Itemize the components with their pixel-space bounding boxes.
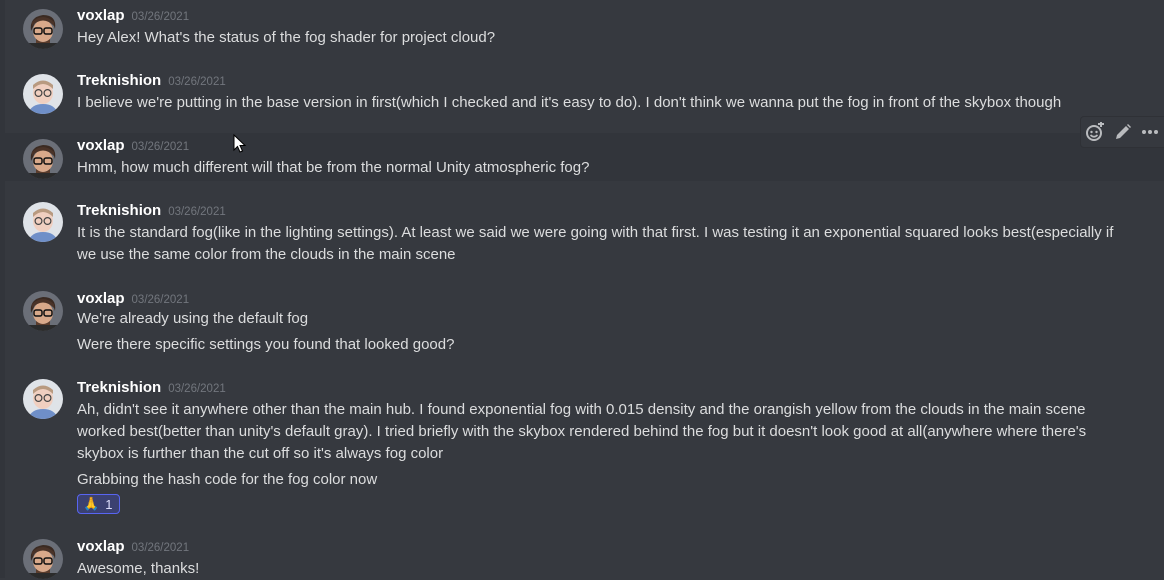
timestamp[interactable]: 03/26/2021: [132, 141, 190, 153]
treknishion-avatar-icon: [23, 379, 63, 419]
username[interactable]: Treknishion: [77, 202, 161, 219]
message-text: Hmm, how much different will that be fro…: [77, 159, 590, 176]
avatar[interactable]: [23, 202, 63, 242]
avatar[interactable]: [23, 291, 63, 331]
treknishion-avatar-icon: [23, 74, 63, 114]
avatar[interactable]: [23, 74, 63, 114]
avatar[interactable]: [23, 9, 63, 49]
username[interactable]: Treknishion: [77, 72, 161, 89]
username[interactable]: voxlap: [77, 137, 125, 154]
more-options-icon: [1142, 130, 1159, 134]
message-text: It is the standard fog(like in the light…: [77, 224, 1114, 263]
message-text: Hey Alex! What's the status of the fog s…: [77, 29, 496, 46]
timestamp[interactable]: 03/26/2021: [168, 206, 226, 218]
timestamp[interactable]: 03/26/2021: [168, 76, 226, 88]
more-options-button[interactable]: [1136, 117, 1164, 147]
timestamp[interactable]: 03/26/2021: [132, 11, 190, 23]
mouse-cursor-icon: [233, 134, 247, 153]
voxlap-avatar-icon: [23, 9, 63, 49]
timestamp[interactable]: 03/26/2021: [168, 383, 226, 395]
treknishion-avatar-icon: [23, 202, 63, 242]
message-text: We're already using the default fog: [77, 310, 309, 327]
timestamp[interactable]: 03/26/2021: [132, 542, 190, 554]
edit-button[interactable]: [1109, 117, 1137, 147]
username[interactable]: Treknishion: [77, 379, 161, 396]
message[interactable]: voxlap 03/26/2021 We're already using the…: [5, 284, 1164, 364]
timestamp[interactable]: 03/26/2021: [132, 294, 190, 306]
message[interactable]: Treknishion 03/26/2021 It is the standard…: [5, 196, 1164, 282]
avatar[interactable]: [23, 539, 63, 579]
voxlap-avatar-icon: [23, 539, 63, 579]
edit-icon: [1115, 124, 1131, 139]
voxlap-avatar-icon: [23, 291, 63, 331]
reaction-button[interactable]: 🙏 1: [77, 494, 120, 514]
message-hover-toolbar: [1080, 116, 1164, 148]
reaction-count: 1: [105, 496, 113, 512]
message-text: Awesome, thanks!: [77, 560, 200, 577]
avatar[interactable]: [23, 379, 63, 419]
folded-hands-icon: 🙏: [83, 496, 100, 511]
message[interactable]: voxlap 03/26/2021 Hmm, how much different…: [5, 133, 1164, 181]
username[interactable]: voxlap: [77, 290, 125, 307]
add-reaction-button[interactable]: [1081, 117, 1109, 147]
message[interactable]: Treknishion 03/26/2021 Ah, didn't see it …: [5, 372, 1164, 522]
username[interactable]: voxlap: [77, 538, 125, 555]
message[interactable]: voxlap 03/26/2021 Hey Alex! What's the st…: [5, 0, 1164, 66]
message[interactable]: Treknishion 03/26/2021 I believe we're pu…: [5, 66, 1164, 130]
message-text: Grabbing the hash code for the fog color…: [77, 471, 378, 488]
username[interactable]: voxlap: [77, 7, 125, 24]
message-text: I believe we're putting in the base vers…: [77, 94, 1062, 111]
message[interactable]: voxlap 03/26/2021 Awesome, thanks!: [5, 530, 1164, 579]
add-reaction-icon: [1085, 122, 1104, 141]
voxlap-avatar-icon: [23, 139, 63, 179]
message-text: Ah, didn't see it anywhere other than th…: [77, 401, 1087, 462]
avatar[interactable]: [23, 139, 63, 179]
message-text: Were there specific settings you found t…: [77, 336, 455, 353]
